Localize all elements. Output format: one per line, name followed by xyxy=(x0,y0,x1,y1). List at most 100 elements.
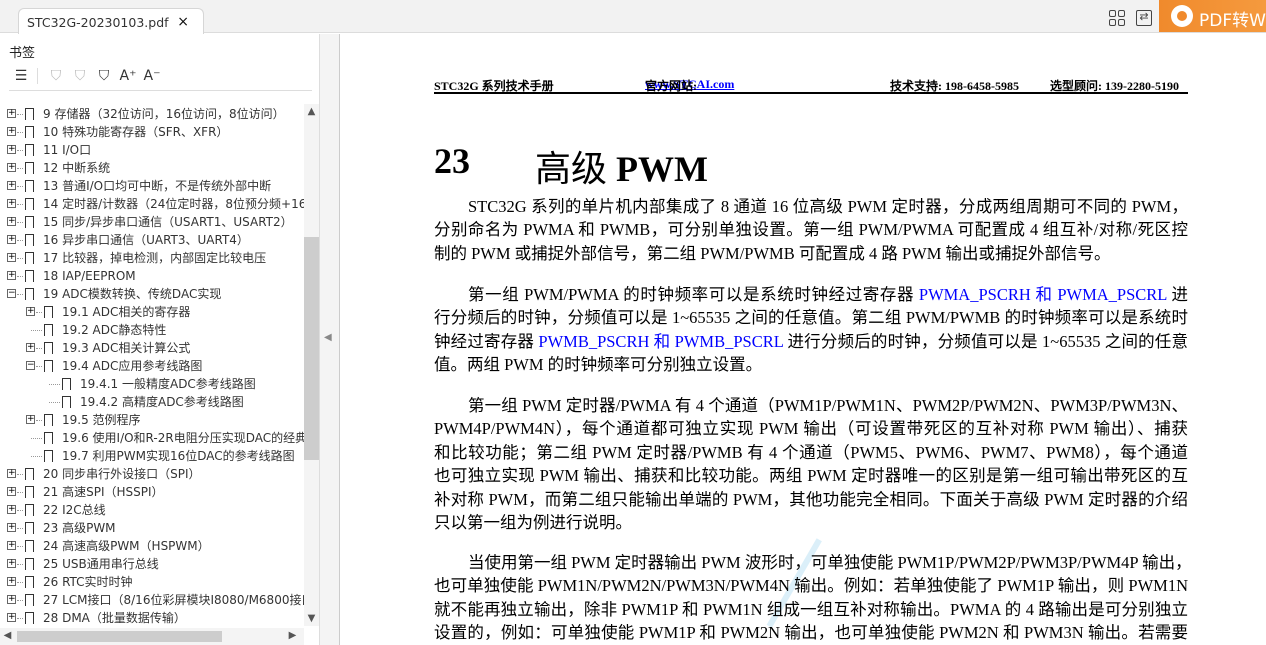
scroll-down-icon[interactable]: ▼ xyxy=(304,613,319,624)
chapter-title-en: PWM xyxy=(616,149,708,189)
bookmark-item[interactable]: +19.3 ADC相关计算公式 xyxy=(0,339,304,357)
panel-splitter[interactable]: ◀ xyxy=(320,34,340,645)
bookmark-label: 19 ADC模数转换、传统DAC实现 xyxy=(43,287,222,301)
bookmark-item[interactable]: +19.5 范例程序 xyxy=(0,411,304,429)
bookmark-item[interactable]: +11 I/O口 xyxy=(0,141,304,159)
promo-label: PDF转W xyxy=(1199,11,1266,31)
bookmark-item[interactable]: 19.4.1 一般精度ADC参考线路图 xyxy=(0,375,304,393)
expand-icon[interactable]: + xyxy=(7,163,16,172)
bookmark-options-icon[interactable]: ⛉ xyxy=(92,66,116,86)
scroll-up-icon[interactable]: ▲ xyxy=(304,106,319,117)
expand-icon[interactable]: + xyxy=(7,181,16,190)
text-segment: 值。两组 PWM 的时钟频率可分别独立设置。 xyxy=(434,355,763,375)
expand-icon[interactable]: + xyxy=(7,595,16,604)
expand-icon[interactable]: + xyxy=(26,415,35,424)
bookmark-label: 23 高级PWM xyxy=(43,521,116,535)
expand-icon[interactable]: + xyxy=(7,613,16,622)
text-line: 分别命名为 PWMA 和 PWMB，可分别单独设置。第一组 PWM/PWMA 可… xyxy=(434,218,1188,241)
bookmark-item[interactable]: +23 高级PWM xyxy=(0,519,304,537)
expand-icon[interactable]: + xyxy=(7,523,16,532)
delete-bookmark-icon[interactable]: ⛉ xyxy=(44,66,68,86)
expand-icon[interactable]: + xyxy=(7,505,16,514)
expand-icon[interactable]: + xyxy=(7,559,16,568)
scrollbar-thumb[interactable] xyxy=(304,237,319,460)
close-tab-icon[interactable]: × xyxy=(177,14,189,30)
bookmark-tree: +9 存储器（32位访问，16位访问，8位访问） +10 特殊功能寄存器（SFR、… xyxy=(0,104,304,626)
bookmark-item[interactable]: +17 比较器，掉电检测，内部固定比较电压 xyxy=(0,249,304,267)
scroll-right-icon[interactable]: ▶ xyxy=(285,630,300,641)
convert-icon[interactable]: ⇄ xyxy=(1136,10,1152,26)
bookmark-item[interactable]: +13 普通I/O口均可中断，不是传统外部中断 xyxy=(0,177,304,195)
bookmark-item[interactable]: +10 特殊功能寄存器（SFR、XFR） xyxy=(0,123,304,141)
paragraph: 第一组 PWM 定时器/PWMA 有 4 个通道（PWM1P/PWM1N、PWM… xyxy=(434,394,1188,534)
expand-icon[interactable]: + xyxy=(7,541,16,550)
expand-icon[interactable]: + xyxy=(7,235,16,244)
text-line: 设置的，例如：可单独使能 PWM1P 和 PWM2N 输出，也可单独使能 PWM… xyxy=(434,621,1188,644)
collapse-panel-icon[interactable]: ◀ xyxy=(324,332,332,343)
tree-line xyxy=(17,240,23,241)
bookmark-item[interactable]: 19.7 利用PWM实现16位DAC的参考线路图 xyxy=(0,447,304,465)
bookmarks-panel: 书签 ☰ ⛉ ⛉ ⛉ A⁺ A⁻ +9 存储器（32位访问，16位访问，8位访问… xyxy=(0,34,320,645)
bookmark-item[interactable]: +16 异步串口通信（UART3、UART4） xyxy=(0,231,304,249)
bookmark-item[interactable]: 19.6 使用I/O和R-2R电阻分压实现DAC的经典线路 xyxy=(0,429,304,447)
text-segment: 进行分频后的时钟，分频值可以是 1~65535 之间的任意 xyxy=(783,331,1188,351)
bookmark-item[interactable]: +12 中断系统 xyxy=(0,159,304,177)
bookmark-item[interactable]: 19.2 ADC静态特性 xyxy=(0,321,304,339)
scroll-left-icon[interactable]: ◀ xyxy=(0,630,15,641)
increase-font-icon[interactable]: A⁺ xyxy=(116,66,140,86)
bookmark-item[interactable]: − 19.4 ADC应用参考线路图 xyxy=(0,357,304,375)
expand-icon[interactable]: + xyxy=(7,271,16,280)
bookmark-item[interactable]: +21 高速SPI（HSSPI） xyxy=(0,483,304,501)
bookmark-item[interactable]: +15 同步/异步串口通信（USART1、USART2） xyxy=(0,213,304,231)
expand-icon[interactable]: + xyxy=(7,469,16,478)
bookmark-label: 14 定时器/计数器（24位定时器，8位预分频+16位 xyxy=(43,197,304,211)
bookmark-label: 26 RTC实时时钟 xyxy=(43,575,133,589)
add-bookmark-icon[interactable]: ⛉ xyxy=(68,66,92,86)
bookmark-label: 24 高速高级PWM（HSPWM） xyxy=(43,539,210,553)
expand-icon[interactable]: + xyxy=(7,253,16,262)
sales-phone: 选型顾问: 139-2280-5190 xyxy=(1050,79,1179,93)
bookmark-item[interactable]: +20 同步串行外设接口（SPI） xyxy=(0,465,304,483)
bookmark-item[interactable]: +25 USB通用串行总线 xyxy=(0,555,304,573)
bookmark-label: 17 比较器，掉电检测，内部固定比较电压 xyxy=(43,251,267,265)
bookmark-item[interactable]: +24 高速高级PWM（HSPWM） xyxy=(0,537,304,555)
bookmark-icon xyxy=(44,306,53,318)
expand-icon[interactable]: + xyxy=(7,145,16,154)
decrease-font-icon[interactable]: A⁻ xyxy=(140,66,164,86)
outline-list-icon[interactable]: ☰ xyxy=(9,66,33,86)
bookmark-item[interactable]: +9 存储器（32位访问，16位访问，8位访问） xyxy=(0,105,304,123)
horizontal-scrollbar[interactable]: ◀ ▶ xyxy=(0,628,304,645)
expand-icon[interactable]: + xyxy=(7,217,16,226)
expand-icon[interactable]: + xyxy=(26,343,35,352)
bookmark-item[interactable]: +14 定时器/计数器（24位定时器，8位预分频+16位 xyxy=(0,195,304,213)
vertical-scrollbar[interactable]: ▲ ▼ xyxy=(304,104,319,626)
expand-icon[interactable]: + xyxy=(7,199,16,208)
bookmark-item[interactable]: +26 RTC实时时钟 xyxy=(0,573,304,591)
toolbar-divider xyxy=(37,68,38,84)
bookmark-item[interactable]: +28 DMA（批量数据传输） xyxy=(0,609,304,626)
collapse-icon[interactable]: − xyxy=(26,361,35,370)
bookmark-item[interactable]: +19.1 ADC相关的寄存器 xyxy=(0,303,304,321)
bookmark-label: 19.4.2 高精度ADC参考线路图 xyxy=(80,395,244,409)
bookmark-label: 19.3 ADC相关计算公式 xyxy=(62,341,191,355)
scrollbar-thumb[interactable] xyxy=(17,631,222,642)
bookmark-item[interactable]: 19.4.2 高精度ADC参考线路图 xyxy=(0,393,304,411)
tree-line xyxy=(17,276,23,277)
expand-icon[interactable]: + xyxy=(7,109,16,118)
bookmark-item[interactable]: +18 IAP/EEPROM xyxy=(0,267,304,285)
grid-view-icon[interactable] xyxy=(1109,10,1125,26)
bookmark-icon xyxy=(25,288,34,300)
expand-icon[interactable]: + xyxy=(26,307,35,316)
bookmark-item[interactable]: +27 LCM接口（8/16位彩屏模块I8080/M6800接口） xyxy=(0,591,304,609)
collapse-icon[interactable]: − xyxy=(7,289,16,298)
tree-line xyxy=(17,204,23,205)
document-tab[interactable]: STC32G-20230103.pdf × xyxy=(18,8,204,34)
text-segment: 也可单独使能 PWM1N/PWM2N/PWM3N/PWM4N 输出。例如：若单独… xyxy=(434,576,1188,596)
expand-icon[interactable]: + xyxy=(7,577,16,586)
expand-icon[interactable]: + xyxy=(7,487,16,496)
bookmark-item[interactable]: +22 I2C总线 xyxy=(0,501,304,519)
expand-icon[interactable]: + xyxy=(7,127,16,136)
pdf-convert-promo-button[interactable]: PDF转W xyxy=(1159,0,1266,32)
bookmark-item[interactable]: − 19 ADC模数转换、传统DAC实现 xyxy=(0,285,304,303)
bookmark-label: 16 异步串口通信（UART3、UART4） xyxy=(43,233,249,247)
